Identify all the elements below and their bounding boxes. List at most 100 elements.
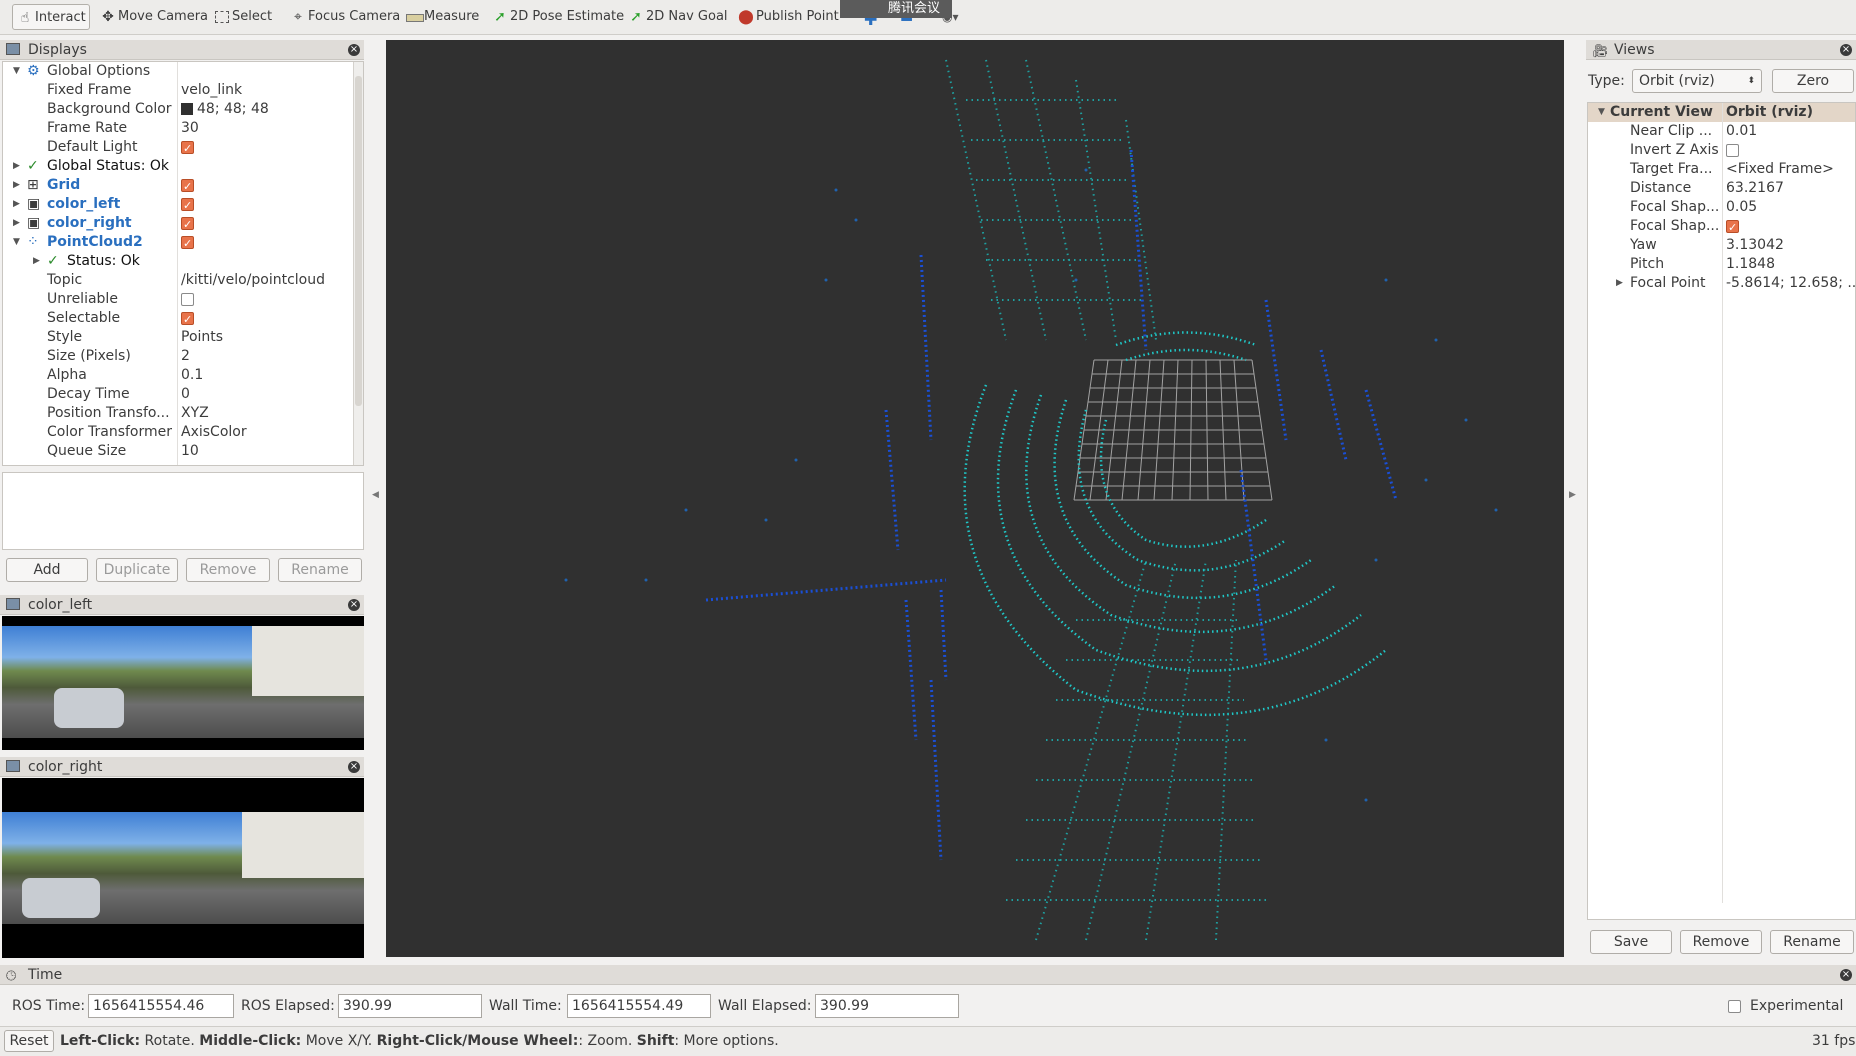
view-row-yaw[interactable]: Yaw 3.13042 [1588,236,1855,255]
ros-elapsed-field[interactable]: 390.99 [338,994,482,1018]
tree-row-default-light[interactable]: Default Light [3,138,351,158]
interact-tool-button[interactable]: ☝ Interact [12,4,90,30]
move-arrows-icon: ✥ [102,9,114,25]
publish-point-button[interactable]: ⬤ Publish Point [734,4,845,30]
view-row-invert-z[interactable]: Invert Z Axis [1588,141,1855,160]
expand-arrow-icon[interactable]: ▼ [1598,103,1605,122]
color-right-enabled-checkbox[interactable] [181,215,194,234]
wall-time-field[interactable]: 1656415554.49 [567,994,711,1018]
save-view-button[interactable]: Save [1590,930,1672,954]
tree-row-global-options[interactable]: ▼ ⚙ Global Options [3,62,351,81]
select-tool-button[interactable]: Select [210,4,278,30]
view-row-pitch[interactable]: Pitch 1.1848 [1588,255,1855,274]
tree-row-queue-size[interactable]: Queue Size 10 [3,442,351,461]
close-icon[interactable]: × [348,761,360,773]
close-icon[interactable]: × [1840,44,1852,56]
expand-arrow-icon[interactable]: ▶ [1616,274,1623,293]
rename-display-button[interactable]: Rename [278,558,362,582]
tree-row-size[interactable]: Size (Pixels) 2 [3,347,351,366]
view-type-select[interactable]: Orbit (rviz) ⬍ [1632,69,1762,93]
remove-display-button[interactable]: Remove [186,558,270,582]
view-row-focal-shape-size[interactable]: Focal Shap... 0.05 [1588,198,1855,217]
reset-button[interactable]: Reset [4,1030,54,1052]
views-panel-header: 🎥︎ Views × [1586,40,1856,60]
tree-row-fixed-frame[interactable]: Fixed Frame velo_link [3,81,351,100]
tree-row-pointcloud2[interactable]: ▼ ⁘ PointCloud2 [3,233,351,253]
view-row-focal-point[interactable]: ▶ Focal Point -5.8614; 12.658; ... [1588,274,1855,293]
close-icon[interactable]: × [1840,969,1852,981]
building-facade [252,626,364,696]
zero-view-button[interactable]: Zero [1772,69,1854,93]
experimental-label: Experimental [1750,998,1844,1014]
map-pin-icon: ⬤ [738,9,754,25]
tree-row-unreliable[interactable]: Unreliable [3,290,351,309]
expand-arrow-icon[interactable]: ▼ [13,233,20,252]
ros-time-label: ROS Time: [12,998,86,1014]
tree-row-color-transformer[interactable]: Color Transformer AxisColor [3,423,351,442]
tree-row-grid[interactable]: ▶ ⊞ Grid [3,176,351,196]
view-row-focal-shape-fixed[interactable]: Focal Shap... [1588,217,1855,237]
render-viewport[interactable] [386,40,1564,957]
expand-arrow-icon[interactable]: ▼ [13,62,20,81]
tree-row-color-left[interactable]: ▶ ▣ color_left [3,195,351,215]
duplicate-display-button[interactable]: Duplicate [96,558,178,582]
pointcloud-scatter [564,168,1498,802]
selectable-checkbox[interactable] [181,310,194,329]
view-row-distance[interactable]: Distance 63.2167 [1588,179,1855,198]
2d-nav-goal-button[interactable]: ➚ 2D Nav Goal [624,4,734,30]
color-right-panel-header: color_right × [0,757,364,777]
measure-tool-button[interactable]: Measure [402,4,485,30]
tree-row-background-color[interactable]: Background Color 48; 48; 48 [3,100,351,119]
ruler-icon [406,14,424,22]
expand-arrow-icon[interactable]: ▶ [13,195,20,214]
displays-scrollbar[interactable] [353,62,363,465]
gear-icon: ⚙ [27,63,40,79]
tree-row-color-right[interactable]: ▶ ▣ color_right [3,214,351,234]
ros-time-field[interactable]: 1656415554.46 [88,994,234,1018]
tree-row-position-transformer[interactable]: Position Transfo... XYZ [3,404,351,423]
expand-arrow-icon[interactable]: ▶ [13,214,20,233]
color-right-image-view [2,778,364,958]
move-camera-tool-button[interactable]: ✥ Move Camera [96,4,214,30]
color-left-enabled-checkbox[interactable] [181,196,194,215]
tree-row-decay-time[interactable]: Decay Time 0 [3,385,351,404]
color-swatch[interactable] [181,103,193,115]
expand-arrow-icon[interactable]: ▶ [33,252,40,271]
rename-view-button[interactable]: Rename [1770,930,1854,954]
building-facade [242,812,364,878]
wall-elapsed-field[interactable]: 390.99 [815,994,959,1018]
focus-camera-tool-button[interactable]: ⌖ Focus Camera [286,4,406,30]
default-light-checkbox[interactable] [181,139,194,158]
2d-pose-estimate-button[interactable]: ➚ 2D Pose Estimate [488,4,630,30]
tree-row-frame-rate[interactable]: Frame Rate 30 [3,119,351,138]
displays-panel-header: Displays × [0,40,364,60]
tree-row-alpha[interactable]: Alpha 0.1 [3,366,351,385]
tree-row-selectable[interactable]: Selectable [3,309,351,329]
green-arrow-icon: ➚ [494,9,506,25]
close-icon[interactable]: × [348,44,360,56]
unreliable-checkbox[interactable] [181,292,194,306]
expand-arrow-icon[interactable]: ▶ [13,176,20,195]
experimental-checkbox[interactable] [1728,1000,1741,1013]
wall-elapsed-label: Wall Elapsed: [718,998,812,1014]
collapse-right-arrow-icon[interactable]: ▶ [1569,490,1576,500]
invert-z-checkbox[interactable] [1726,143,1739,157]
close-icon[interactable]: × [348,599,360,611]
view-row-near-clip[interactable]: Near Clip ... 0.01 [1588,122,1855,141]
tree-row-global-status[interactable]: ▶ ✓ Global Status: Ok [3,157,351,176]
ros-elapsed-label: ROS Elapsed: [241,998,335,1014]
remove-view-button[interactable]: Remove [1680,930,1762,954]
tree-row-style[interactable]: Style Points [3,328,351,347]
view-row-target-frame[interactable]: Target Fra... <Fixed Frame> [1588,160,1855,179]
expand-arrow-icon[interactable]: ▶ [13,157,20,176]
tree-row-topic[interactable]: Topic/kitti/velo/pointcloud [3,271,351,290]
grid-enabled-checkbox[interactable] [181,177,194,196]
tree-row-status[interactable]: ▶ ✓ Status: Ok [3,252,351,271]
scrollbar-thumb[interactable] [355,76,362,406]
add-display-button[interactable]: Add [6,558,88,582]
collapse-left-arrow-icon[interactable]: ◀ [372,490,379,500]
focal-shape-fixed-checkbox[interactable] [1726,218,1739,237]
pointcloud-enabled-checkbox[interactable] [181,234,194,253]
display-description-area [2,472,364,550]
displays-tree: ▼ ⚙ Global Options Fixed Frame velo_link Ba… [2,61,364,466]
